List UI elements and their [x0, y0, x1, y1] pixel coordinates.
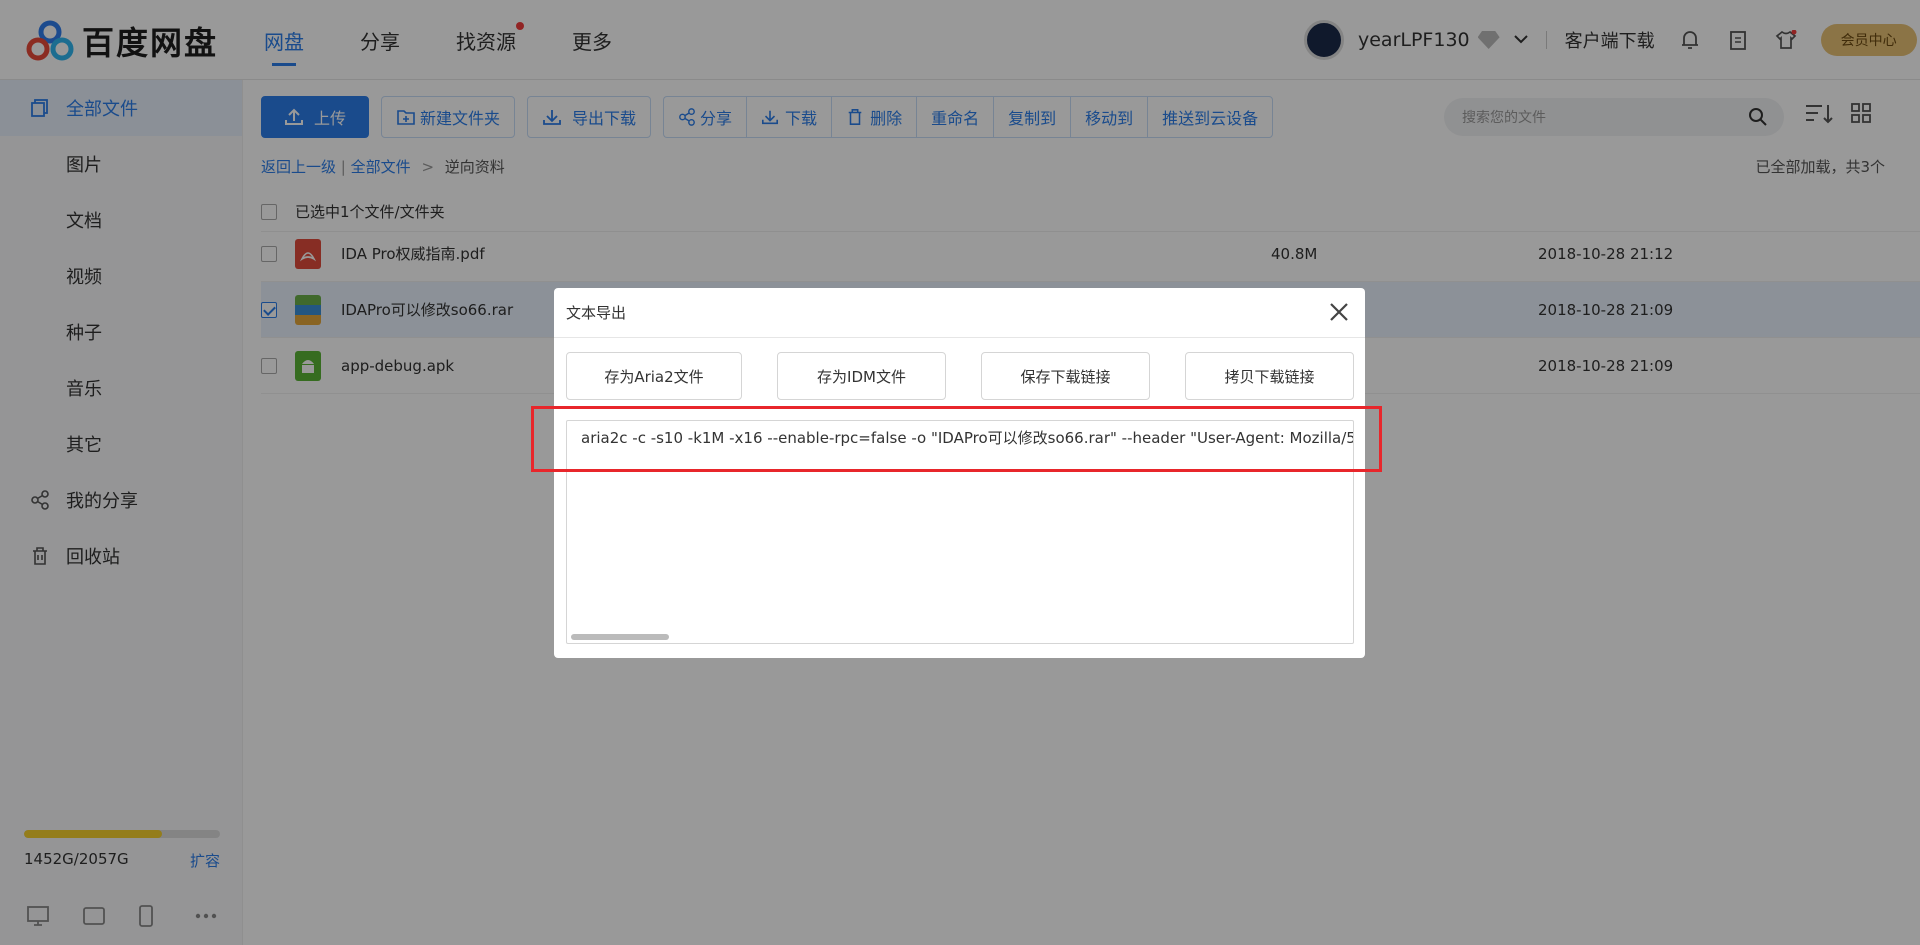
horizontal-scrollbar[interactable]	[571, 634, 669, 640]
close-icon[interactable]	[1327, 300, 1351, 324]
dialog-title: 文本导出	[554, 288, 1365, 338]
save-links-button[interactable]: 保存下载链接	[981, 352, 1150, 400]
highlight-annotation-box	[531, 406, 1382, 472]
copy-links-button[interactable]: 拷贝下载链接	[1185, 352, 1354, 400]
save-idm-button[interactable]: 存为IDM文件	[777, 352, 946, 400]
dialog-buttons: 存为Aria2文件 存为IDM文件 保存下载链接 拷贝下载链接	[566, 352, 1354, 400]
text-export-dialog: 文本导出 存为Aria2文件 存为IDM文件 保存下载链接 拷贝下载链接 ari…	[554, 288, 1365, 658]
save-aria2-button[interactable]: 存为Aria2文件	[566, 352, 742, 400]
